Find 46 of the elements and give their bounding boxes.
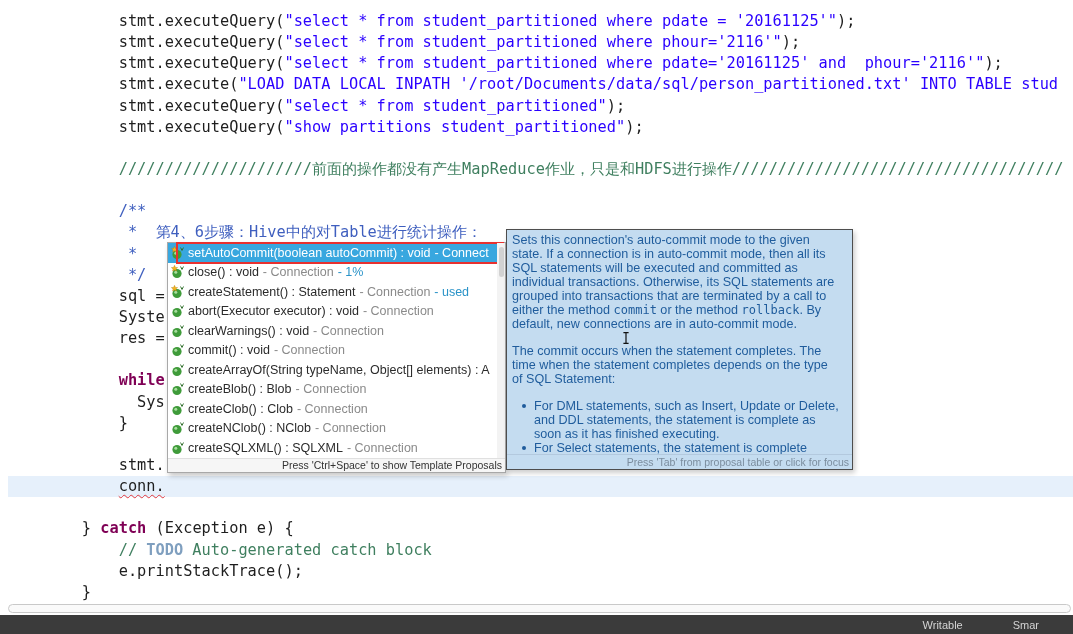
proposal-item[interactable]: createArrayOf(String typeName, Object[] elements) : A [168, 360, 497, 380]
code-line: stmt.executeQuery("select * from student_partitioned where pdate = '20161125'"); [117, 12, 856, 30]
code-line: stmt.execute("LOAD DATA LOCAL INPATH '/root/Documents/data/sql/person_partitioned.txt' INTO TABLE stud [117, 75, 1059, 94]
code-line: stmt.executeQuery("select * from student_partitioned where pdate='20161125' and phour='2116'"); [117, 54, 1003, 73]
code-line: */ [126, 265, 147, 284]
status-text: Writable [922, 618, 963, 631]
code-line: stmt.executeQuery("select * from student_partitioned where phour='2116'"); [117, 33, 801, 52]
code-line: * [126, 244, 138, 263]
code-line: /////////////////////前面的操作都没有产生MapReduce作业，只是和HDFS进行操作//////////////////////////////////// [117, 160, 1064, 178]
code-line: // TODO Auto-generated catch block [117, 540, 432, 559]
popup-hint: Press 'Ctrl+Space' to show Template Proposals [168, 457, 505, 472]
proposal-item[interactable]: close() : void - Connection - 1% [168, 262, 497, 282]
proposal-item[interactable]: abort(Executor executor) : void - Connection [168, 301, 497, 321]
code-line: } catch (Exception e) { [80, 519, 294, 538]
proposal-item[interactable]: createNClob() : NClob - Connection [168, 418, 497, 438]
doc-paragraph: The commit occurs when the statement completes. The time when the statement completes depends on the type of SQL Statement: [512, 344, 829, 386]
horizontal-scrollbar[interactable] [8, 604, 1071, 613]
code-line: stmt.executeQuery("show partitions student_partitioned"); [117, 117, 644, 136]
code-line: stmt. [117, 455, 165, 474]
code-line: conn. [117, 477, 165, 496]
doc-paragraph: Sets this connection's auto-commit mode to the given state. If a connection is in auto-commit mode, then all its SQL statements will be executed and committed as individual transactions. Otherwise, its SQL statements are grouped into transactions that are terminated by a call to either the method commit or the method rollback. By default, new connections are in auto-commit mode. [512, 233, 836, 331]
code-line: res = [117, 329, 165, 348]
proposal-item[interactable]: createBlob() : Blob - Connection [168, 379, 497, 399]
proposal-item[interactable]: createStatement() : Statement - Connection - used [168, 282, 497, 302]
proposal-item[interactable]: clearWarnings() : void - Connection [168, 321, 497, 341]
code-line: } [117, 413, 128, 432]
proposal-item[interactable]: createSQLXML() : SQLXML - Connection [168, 438, 497, 458]
code-line: stmt.executeQuery("select * from student_partitioned"); [117, 96, 626, 115]
popup-hint: Press 'Tab' from proposal table or click for focus [507, 454, 852, 469]
code-line: sql = [117, 286, 165, 305]
proposal-item[interactable]: commit() : void - Connection [168, 340, 497, 360]
code-line: } [80, 582, 92, 601]
code-line: Syste [117, 307, 165, 326]
text-cursor-icon [623, 332, 629, 344]
code-line: * 第4、6步骤：Hive中的对Table进行统计操作： [126, 223, 482, 242]
proposal-item[interactable]: createClob() : Clob - Connection [168, 399, 497, 419]
bullet-icon [522, 404, 526, 408]
code-line: while [117, 371, 165, 390]
code-line: e.printStackTrace(); [117, 561, 303, 580]
doc-list-item: For Select statements, the statement is complete [534, 441, 807, 454]
code-line: /** [117, 202, 147, 221]
status-text: Smar [1012, 618, 1039, 631]
bullet-icon [522, 446, 526, 450]
scrollbar[interactable] [497, 243, 505, 458]
code-line: Sys [136, 392, 165, 411]
doc-list-item: For DML statements, such as Insert, Update or Delete, and DDL statements, the statement is complete as soon as it has finished executing. [534, 399, 839, 441]
